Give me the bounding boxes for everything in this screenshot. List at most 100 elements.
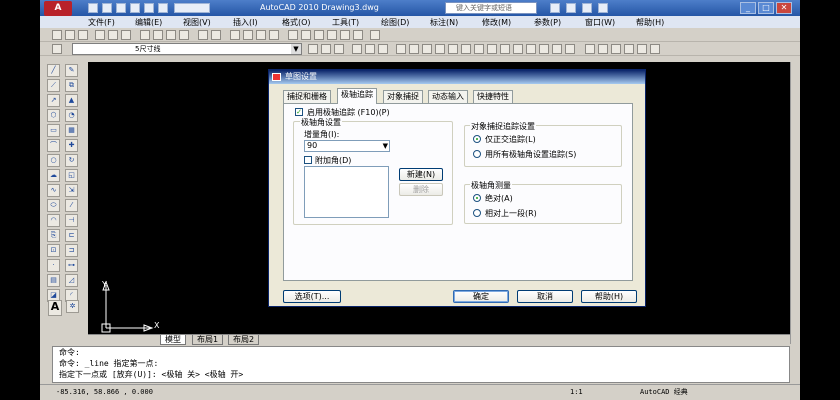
menu-format[interactable]: 格式(O) — [282, 17, 311, 28]
tool-palettes-icon[interactable] — [314, 30, 324, 40]
quick-access-dropdown[interactable] — [174, 3, 210, 13]
line-icon[interactable]: ╱ — [47, 64, 60, 77]
use-all-polar-radio[interactable] — [473, 150, 481, 158]
enable-polar-checkbox[interactable]: ✓ — [295, 108, 303, 116]
menu-dimension[interactable]: 标注(N) — [430, 17, 458, 28]
copy-object-icon[interactable]: ⧉ — [65, 79, 78, 92]
menu-insert[interactable]: 插入(I) — [233, 17, 258, 28]
scale-icon[interactable]: ◱ — [65, 169, 78, 182]
snap-none-icon[interactable] — [552, 44, 562, 54]
point-icon[interactable] — [611, 44, 621, 54]
extend-icon[interactable]: ⊣ — [65, 214, 78, 227]
snap-center-icon[interactable] — [461, 44, 471, 54]
undo-icon[interactable] — [198, 30, 208, 40]
break-icon[interactable]: ⊐ — [65, 244, 78, 257]
rotate-icon[interactable]: ↻ — [65, 154, 78, 167]
snap-midpoint-icon[interactable] — [409, 44, 419, 54]
break-at-point-icon[interactable]: ⊏ — [65, 229, 78, 242]
increment-angle-combobox[interactable]: 90 ▼ — [304, 140, 390, 152]
tab-quick-properties[interactable]: 快捷特性 — [473, 90, 513, 103]
snap-node-icon[interactable] — [526, 44, 536, 54]
preview-icon[interactable] — [108, 30, 118, 40]
help-icon[interactable] — [598, 3, 608, 13]
menu-tools[interactable]: 工具(T) — [332, 17, 359, 28]
menu-file[interactable]: 文件(F) — [88, 17, 115, 28]
menu-modify[interactable]: 修改(M) — [482, 17, 511, 28]
revision-cloud-icon[interactable]: ☁ — [47, 169, 60, 182]
construction-line-icon[interactable]: ⟋ — [47, 79, 60, 92]
publish-icon[interactable] — [121, 30, 131, 40]
snap-tangent-icon[interactable] — [487, 44, 497, 54]
redo-icon[interactable] — [211, 30, 221, 40]
vertical-scrollbar[interactable] — [790, 62, 800, 344]
explode-icon[interactable]: ✲ — [66, 300, 79, 313]
pan-icon[interactable] — [230, 30, 240, 40]
polyline-icon[interactable]: ↗ — [47, 94, 60, 107]
design-center-icon[interactable] — [301, 30, 311, 40]
layer-dropdown[interactable]: 5尺寸线 ▼ — [72, 43, 302, 55]
mtext-icon[interactable]: A — [48, 300, 62, 316]
open-file-icon[interactable] — [102, 3, 112, 13]
communication-center-icon[interactable] — [566, 3, 576, 13]
autocad-logo-icon[interactable]: A — [44, 1, 72, 16]
snap-parallel-icon[interactable] — [513, 44, 523, 54]
tab-object-snap[interactable]: 对象捕捉 — [383, 90, 423, 103]
options-button[interactable]: 选项(T)... — [283, 290, 341, 303]
insert-block-icon[interactable]: ⎘ — [47, 229, 60, 242]
paste-icon[interactable] — [166, 30, 176, 40]
layer-manager-icon[interactable] — [52, 44, 62, 54]
snap-apparent-icon[interactable] — [435, 44, 445, 54]
make-current-layer-icon[interactable] — [308, 44, 318, 54]
tab-model[interactable]: 模型 — [160, 335, 186, 345]
minimize-button[interactable]: _ — [740, 2, 756, 14]
erase-icon[interactable]: ✎ — [65, 64, 78, 77]
polyline-tool-icon[interactable] — [365, 44, 375, 54]
spline-icon[interactable]: ∿ — [47, 184, 60, 197]
print-icon[interactable] — [95, 30, 105, 40]
snap-intersection-icon[interactable] — [422, 44, 432, 54]
snap-perpendicular-icon[interactable] — [500, 44, 510, 54]
copy-icon[interactable] — [153, 30, 163, 40]
search-icon[interactable] — [550, 3, 560, 13]
chamfer-icon[interactable]: ◿ — [65, 274, 78, 287]
open-icon[interactable] — [65, 30, 75, 40]
properties-icon[interactable] — [288, 30, 298, 40]
ok-button[interactable]: 确定 — [453, 290, 509, 303]
zoom-previous-icon[interactable] — [269, 30, 279, 40]
arc-tool-icon[interactable] — [378, 44, 388, 54]
trim-icon[interactable]: ⁄ — [65, 199, 78, 212]
snap-nearest-icon[interactable] — [539, 44, 549, 54]
tab-snap-grid[interactable]: 捕捉和栅格 — [283, 90, 331, 103]
offset-icon[interactable]: ◔ — [65, 109, 78, 122]
rectangle-icon[interactable]: ▭ — [47, 124, 60, 137]
mtext-icon[interactable] — [650, 44, 660, 54]
match-properties-icon[interactable] — [179, 30, 189, 40]
snap-quadrant-icon[interactable] — [474, 44, 484, 54]
save-icon[interactable] — [78, 30, 88, 40]
make-block-icon[interactable]: ⊡ — [47, 244, 60, 257]
join-icon[interactable]: ⊶ — [65, 259, 78, 272]
menu-edit[interactable]: 编辑(E) — [135, 17, 162, 28]
orthogonal-only-radio[interactable] — [473, 135, 481, 143]
dialog-title-bar[interactable]: 草图设置 — [269, 70, 645, 84]
zoom-window-icon[interactable] — [256, 30, 266, 40]
menu-parametric[interactable]: 参数(P) — [534, 17, 561, 28]
stretch-icon[interactable]: ⇲ — [65, 184, 78, 197]
menu-help[interactable]: 帮助(H) — [636, 17, 664, 28]
coordinate-readout[interactable]: -85.316, 58.866 , 0.000 — [56, 385, 153, 399]
block-insert-icon[interactable] — [585, 44, 595, 54]
table-icon[interactable] — [637, 44, 647, 54]
sheet-set-icon[interactable] — [327, 30, 337, 40]
point-draw-icon[interactable]: · — [47, 259, 60, 272]
array-icon[interactable]: ▦ — [65, 124, 78, 137]
markup-icon[interactable] — [340, 30, 350, 40]
move-icon[interactable]: ✚ — [65, 139, 78, 152]
new-angle-button[interactable]: 新建(N) — [399, 168, 443, 181]
snap-extension-icon[interactable] — [448, 44, 458, 54]
absolute-radio[interactable] — [473, 194, 481, 202]
annotation-scale[interactable]: 1:1 — [570, 385, 583, 399]
ellipse-icon[interactable]: ⬭ — [47, 199, 60, 212]
print-icon[interactable] — [130, 3, 140, 13]
snap-endpoint-icon[interactable] — [396, 44, 406, 54]
arc-icon[interactable]: ⌒ — [47, 139, 60, 152]
